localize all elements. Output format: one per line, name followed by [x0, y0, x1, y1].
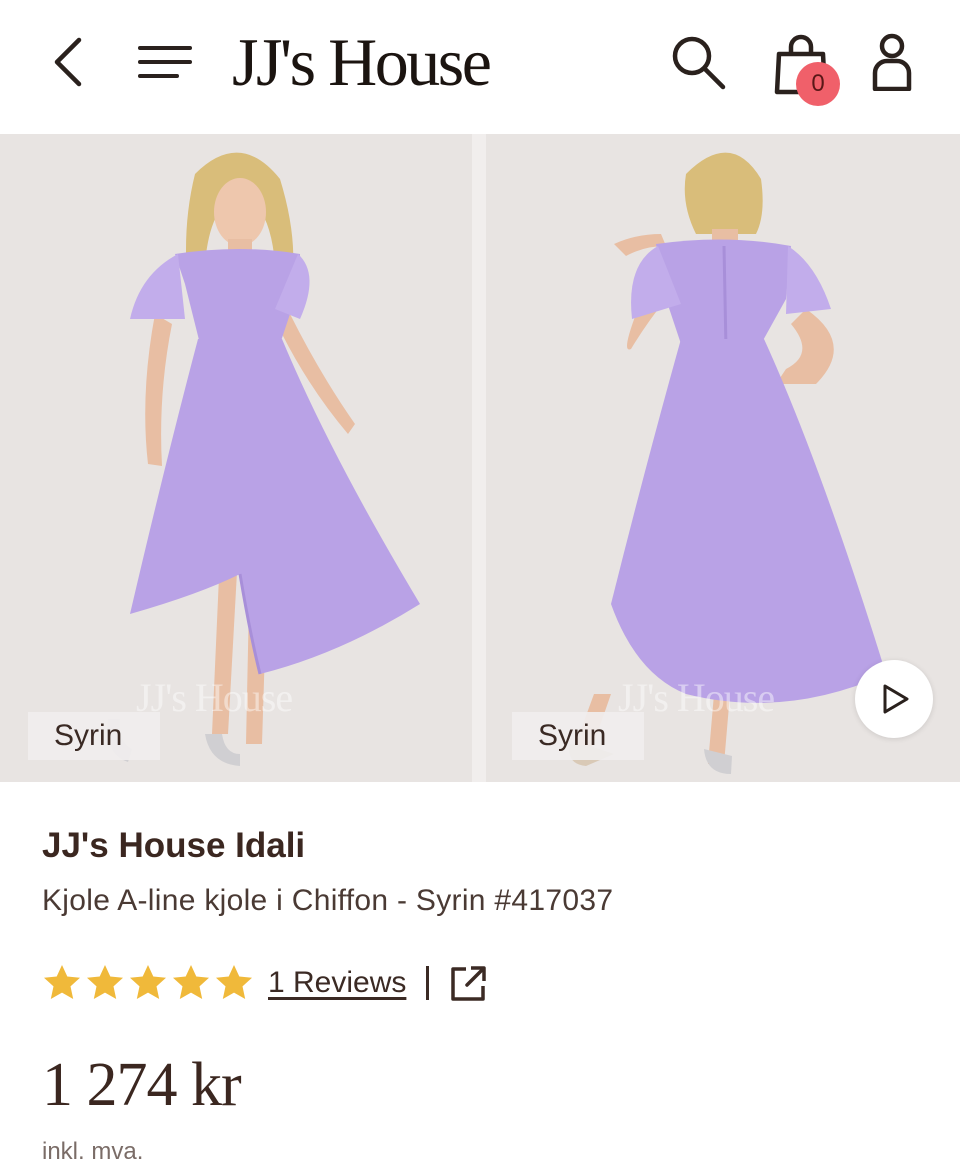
color-label-tag: Syrin: [28, 712, 160, 760]
top-navigation-bar: JJ's House 0: [0, 0, 960, 134]
product-subtitle: Kjole A-line kjole i Chiffon - Syrin #41…: [42, 884, 614, 917]
reviews-link[interactable]: 1 Reviews: [268, 966, 406, 1000]
star-icon: [130, 965, 166, 999]
product-price: 1 274 kr: [42, 1051, 242, 1119]
tax-note: inkl. mva.: [42, 1138, 144, 1165]
account-button[interactable]: [866, 28, 918, 96]
product-image-front[interactable]: JJ's House Syrin: [0, 134, 472, 782]
user-icon: [872, 33, 912, 91]
menu-button[interactable]: [132, 30, 198, 94]
chevron-left-icon: [54, 37, 82, 87]
search-icon: [672, 36, 726, 90]
hamburger-menu-icon: [138, 46, 192, 78]
color-label-tag: Syrin: [512, 712, 644, 760]
star-icon: [216, 965, 252, 999]
rating-divider: [426, 966, 430, 1000]
product-image-gallery[interactable]: JJ's House Syrin JJ's House Syrin: [0, 134, 960, 782]
search-button[interactable]: [664, 28, 732, 96]
star-icon: [87, 965, 123, 999]
play-video-button[interactable]: [855, 660, 933, 738]
star-icon: [173, 965, 209, 999]
back-button[interactable]: [40, 30, 96, 94]
product-rating: 1 Reviews: [42, 958, 489, 1008]
play-icon: [883, 684, 909, 714]
product-brand-title: JJ's House Idali: [42, 826, 306, 865]
star-icon: [44, 965, 80, 999]
cart-count-badge: 0: [796, 62, 840, 106]
rating-stars: [42, 963, 254, 1003]
site-logo[interactable]: JJ's House: [232, 22, 492, 102]
share-icon[interactable]: [449, 963, 489, 1003]
